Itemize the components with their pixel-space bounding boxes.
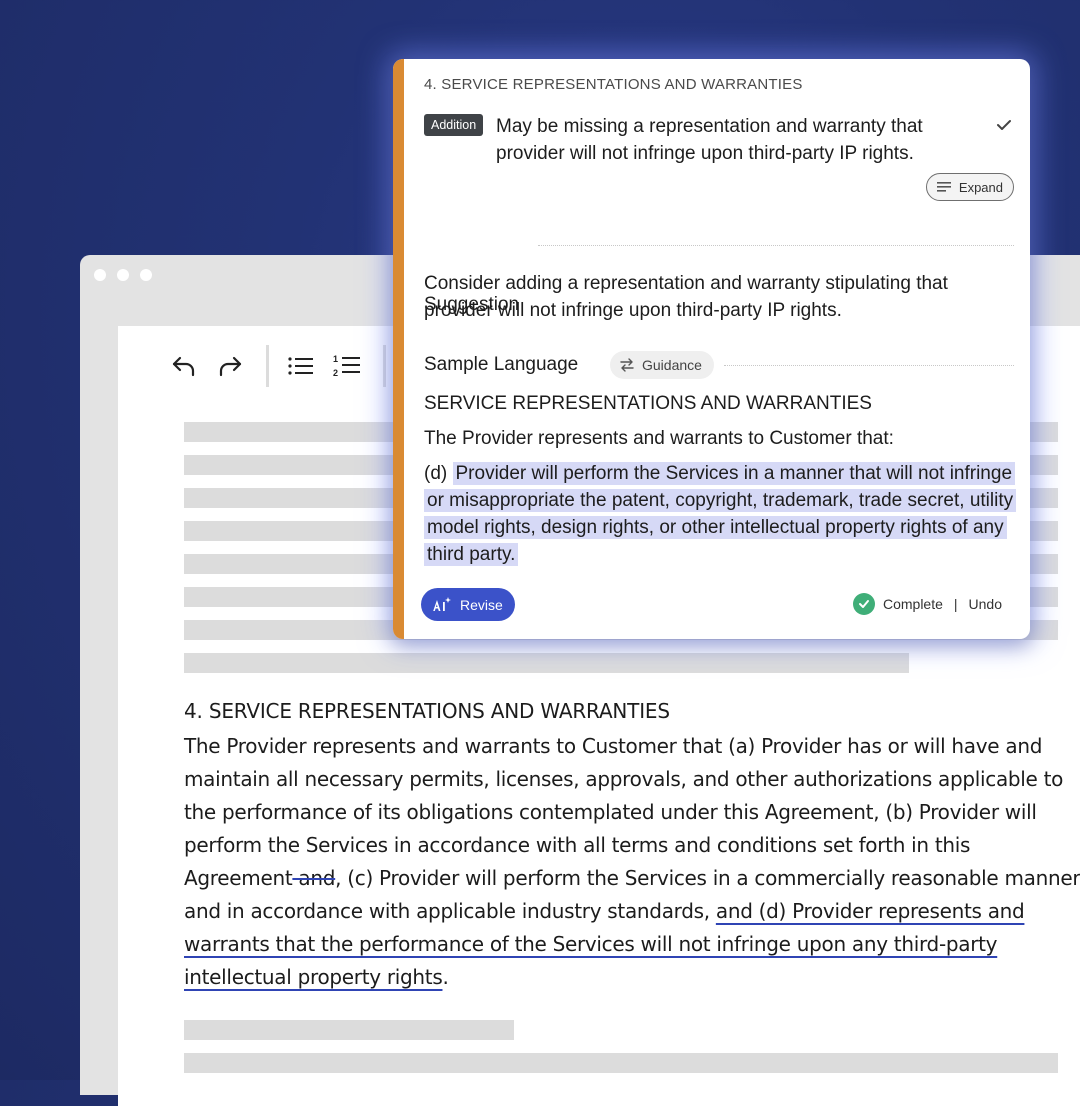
toolbar-separator [383, 345, 386, 387]
sample-heading: SERVICE REPRESENTATIONS AND WARRANTIES [424, 393, 872, 414]
undo-icon [172, 356, 195, 377]
redo-icon [219, 356, 242, 377]
section-body[interactable]: The Provider represents and warrants to … [184, 730, 1080, 994]
suggestion-text: Consider adding a representation and war… [424, 273, 948, 321]
sample-intro: The Provider represents and warrants to … [424, 428, 894, 449]
divider [538, 245, 1014, 246]
sample-clause-paragraph: (d) Provider will perform the Services i… [424, 460, 1017, 568]
window-dot-maximize[interactable] [140, 269, 152, 281]
card-heading: 4. SERVICE REPRESENTATIONS AND WARRANTIE… [424, 76, 803, 93]
revise-button[interactable]: Revise [421, 588, 515, 621]
contract-section: 4. SERVICE REPRESENTATIONS AND WARRANTIE… [184, 696, 1080, 994]
bullet-list-icon [288, 357, 313, 375]
redo-button[interactable] [212, 348, 248, 384]
section-title: 4. SERVICE REPRESENTATIONS AND WARRANTIE… [184, 699, 670, 723]
issue-text: May be missing a representation and warr… [496, 116, 923, 164]
svg-text:2: 2 [333, 368, 338, 378]
window-dot-minimize[interactable] [117, 269, 129, 281]
guidance-button[interactable]: Guidance [610, 351, 714, 379]
review-suggestion-card: 4. SERVICE REPRESENTATIONS AND WARRANTIE… [393, 59, 1030, 639]
numbered-list-icon: 1 2 [333, 354, 360, 378]
status-actions: Complete | Undo [852, 593, 1002, 615]
sample-language-title: Sample Language [424, 354, 579, 375]
window-dot-close[interactable] [94, 269, 106, 281]
sample-clause-prefix: (d) [424, 463, 453, 484]
action-separator: | [953, 596, 958, 612]
placeholder-line [184, 653, 909, 673]
placeholder-line [184, 1020, 514, 1040]
editor-toolbar: 1 2 [166, 344, 400, 388]
sample-clause-highlight[interactable]: Provider will perform the Services in a … [424, 462, 1017, 566]
card-content: 4. SERVICE REPRESENTATIONS AND WARRANTIE… [421, 59, 1017, 639]
undo-button-link[interactable]: Undo [969, 596, 1002, 612]
divider [724, 365, 1014, 366]
section-text: . [442, 965, 449, 989]
complete-button[interactable]: Complete [883, 596, 943, 612]
addition-badge: Addition [424, 114, 484, 136]
undo-button[interactable] [166, 348, 202, 384]
window-controls [94, 269, 152, 281]
checkmark-icon[interactable] [994, 115, 1014, 135]
expand-button[interactable]: Expand [925, 173, 1014, 201]
ai-sparkle-icon [433, 596, 451, 611]
bullet-list-button[interactable] [283, 348, 319, 384]
toolbar-separator [266, 345, 269, 387]
card-accent-bar [393, 59, 404, 639]
expand-label: Expand [958, 179, 1003, 195]
svg-text:1: 1 [333, 354, 338, 364]
placeholder-line [184, 1053, 1058, 1073]
complete-check-icon [852, 593, 875, 615]
revise-label: Revise [460, 596, 503, 613]
swap-arrows-icon [620, 358, 634, 372]
deleted-text: and [292, 866, 336, 890]
numbered-list-button[interactable]: 1 2 [329, 348, 365, 384]
lines-icon [936, 182, 951, 192]
guidance-label: Guidance [642, 357, 702, 373]
